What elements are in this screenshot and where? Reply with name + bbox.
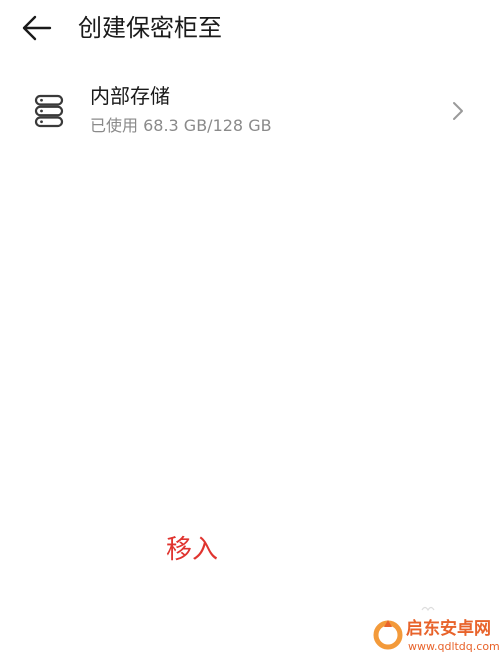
watermark-logo-icon [373,620,403,650]
watermark-site-url: www.qdltdq.com [408,640,500,653]
watermark: 启东安卓网 www.qdltdq.com [372,612,500,658]
watermark-site-name: 启东安卓网 [406,619,491,639]
storage-usage-text: 已使用 68.3 GB/128 GB [90,116,272,135]
loading-dots-icon [421,606,435,612]
page-title: 创建保密柜至 [78,14,222,42]
arrow-left-icon [22,15,52,41]
back-button[interactable] [20,10,56,46]
chevron-right-icon [453,102,463,120]
storage-title: 内部存储 [90,84,170,108]
move-in-annotation: 移入 [166,535,219,565]
storage-stack-icon [34,94,64,128]
internal-storage-item[interactable]: 内部存储 已使用 68.3 GB/128 GB [0,70,500,154]
app-bar: 创建保密柜至 [0,0,500,56]
